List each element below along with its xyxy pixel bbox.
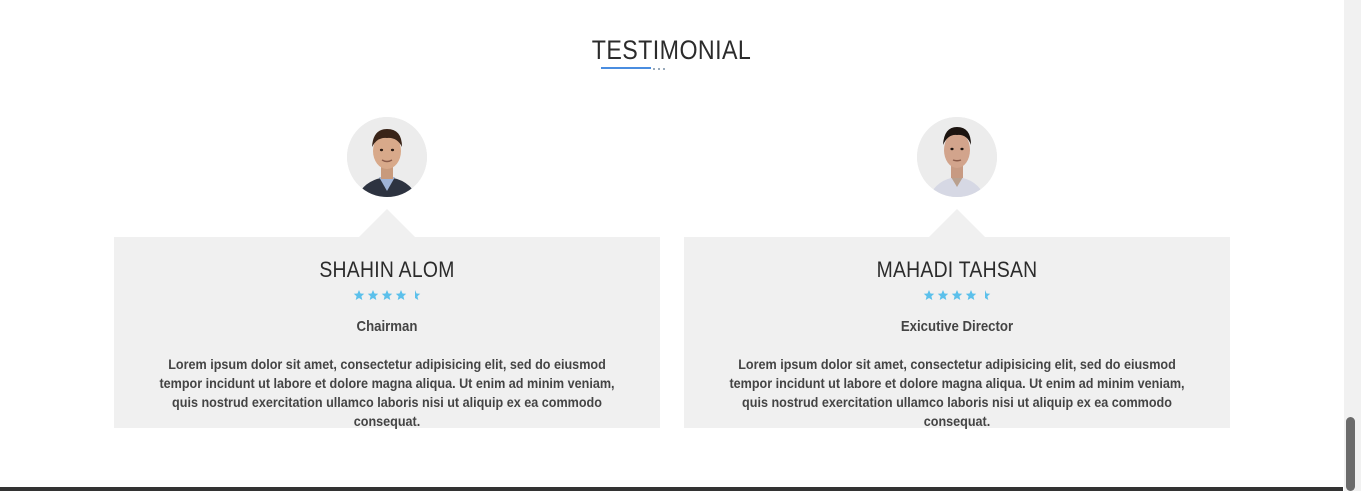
star-rating: [114, 289, 660, 305]
star-icon: [951, 290, 963, 300]
half-star-icon: [985, 290, 991, 300]
footer-border: [0, 487, 1343, 491]
star-icon: [353, 290, 365, 300]
testimonial-quote: Lorem ipsum dolor sit amet, consectetur …: [729, 356, 1185, 429]
star-rating: [684, 289, 1230, 305]
star-icon: [923, 290, 935, 300]
testimonial-quote: Lorem ipsum dolor sit amet, consectetur …: [159, 356, 615, 429]
card-pointer: [359, 209, 415, 237]
person-name: MAHADI TAHSAN: [876, 257, 1038, 282]
person-name: SHAHIN ALOM: [319, 257, 455, 282]
title-dots: [653, 68, 667, 70]
star-icon: [965, 290, 977, 300]
avatar: [917, 117, 997, 197]
testimonial-page: TESTIMONIAL SHAHIN ALOM Chairman Lorem i…: [0, 0, 1361, 491]
half-star-icon: [415, 290, 421, 300]
star-icon: [367, 290, 379, 300]
star-icon: [395, 290, 407, 300]
testimonial-body: MAHADI TAHSAN Exicutive Director Lorem i…: [684, 237, 1230, 429]
star-icon: [381, 290, 393, 300]
avatar: [347, 117, 427, 197]
card-pointer: [929, 209, 985, 237]
section-title: TESTIMONIAL: [591, 35, 752, 65]
star-icon: [937, 290, 949, 300]
testimonial-card-2: MAHADI TAHSAN Exicutive Director Lorem i…: [684, 117, 1230, 429]
person-role: Chairman: [356, 318, 418, 335]
person-role: Exicutive Director: [900, 318, 1014, 335]
testimonial-card-1: SHAHIN ALOM Chairman Lorem ipsum dolor s…: [114, 117, 660, 429]
title-underline: [601, 67, 651, 69]
scrollbar-thumb[interactable]: [1346, 417, 1355, 491]
testimonial-body: SHAHIN ALOM Chairman Lorem ipsum dolor s…: [114, 237, 660, 429]
